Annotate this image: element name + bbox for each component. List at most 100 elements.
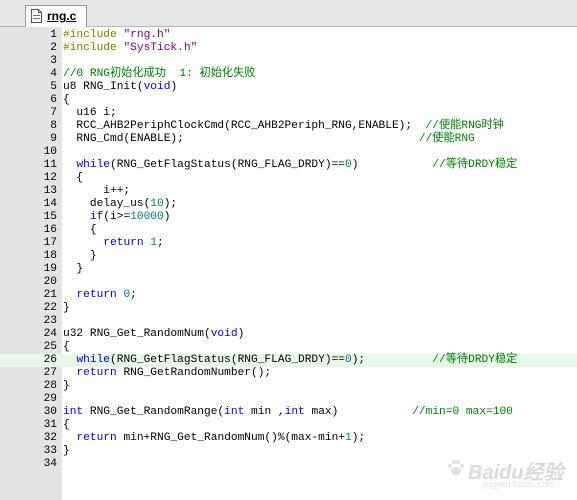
token-cmt: //min=0 max=100	[412, 406, 513, 418]
token-fn: RNG_Cmd(ENABLE);	[63, 133, 419, 145]
token-fn: )	[351, 159, 433, 171]
token-kw: while	[76, 354, 111, 366]
token-fn	[63, 159, 76, 171]
code-text: #include "rng.h"	[63, 29, 170, 42]
tab-rng-c[interactable]: rng.c	[25, 5, 87, 27]
token-fn	[63, 354, 76, 366]
code-text: {	[63, 94, 70, 107]
code-text: i++;	[63, 185, 130, 198]
code-line[interactable]: 20	[0, 276, 577, 289]
code-line[interactable]: 17 return 1;	[0, 237, 577, 250]
token-pp: #include	[63, 29, 124, 41]
code-line[interactable]: 15 if(i>=10000)	[0, 211, 577, 224]
line-number: 15	[43, 211, 57, 223]
code-line[interactable]: 11 while(RNG_GetFlagStatus(RNG_FLAG_DRDY…	[0, 159, 577, 172]
code-line[interactable]: 13 i++;	[0, 185, 577, 198]
code-line[interactable]: 21 return 0;	[0, 289, 577, 302]
code-line[interactable]: 29	[0, 393, 577, 406]
code-line[interactable]: 25 {	[0, 341, 577, 354]
code-line[interactable]: 1 #include "rng.h"	[0, 29, 577, 42]
code-text: {	[63, 341, 70, 354]
code-text: {	[63, 172, 83, 185]
code-line[interactable]: 28}	[0, 380, 577, 393]
line-number: 3	[50, 55, 57, 67]
code-line[interactable]: 3	[0, 55, 577, 68]
code-line[interactable]: 27 return RNG_GetRandomNumber();	[0, 367, 577, 380]
code-text: while(RNG_GetFlagStatus(RNG_FLAG_DRDY)==…	[63, 354, 517, 367]
code-line[interactable]: 6{	[0, 94, 577, 107]
token-fn: i++;	[63, 185, 131, 197]
token-fn: }	[63, 263, 84, 275]
code-text: int RNG_Get_RandomRange(int min ,int max…	[63, 406, 513, 419]
line-number: 4	[50, 68, 57, 80]
token-fn: )	[237, 328, 245, 340]
code-line[interactable]: 8 RCC_AHB2PeriphClockCmd(RCC_AHB2Periph_…	[0, 120, 577, 133]
token-fn: ;	[130, 289, 137, 301]
code-line[interactable]: 2 #include "SysTick.h"	[0, 42, 577, 55]
code-line[interactable]: 9 RNG_Cmd(ENABLE); //使能RNG	[0, 133, 577, 146]
code-text: RCC_AHB2PeriphClockCmd(RCC_AHB2Periph_RN…	[63, 120, 504, 133]
line-number: 28	[43, 380, 57, 392]
code-line[interactable]: 31 {	[0, 419, 577, 432]
token-num: 10	[150, 198, 164, 210]
token-fn: }	[63, 380, 70, 392]
token-fn: );	[163, 198, 178, 210]
code-text: RNG_Cmd(ENABLE); //使能RNG	[63, 133, 474, 146]
token-fn: }	[63, 302, 70, 314]
token-kw: int	[63, 406, 84, 418]
token-fn: RNG_Get_RandomRange(	[83, 406, 225, 418]
token-fn: {	[63, 224, 97, 236]
line-number: 18	[43, 250, 57, 262]
token-num: 0	[345, 159, 352, 171]
line-number: 27	[43, 367, 57, 379]
token-fn: {	[63, 341, 70, 353]
token-fn: RNG_GetRandomNumber();	[116, 367, 272, 379]
code-line[interactable]: 16 {	[0, 224, 577, 237]
token-fn: max)	[304, 406, 413, 418]
code-line[interactable]: 12 {	[0, 172, 577, 185]
token-fn	[63, 237, 103, 249]
code-text: #include "SysTick.h"	[63, 42, 197, 55]
token-cmt: //使能RNG时钟	[425, 120, 504, 132]
line-number: 16	[43, 224, 57, 236]
code-line[interactable]: 19 }	[0, 263, 577, 276]
editor-tab-bar: rng.c	[0, 0, 577, 27]
line-number: 7	[50, 107, 57, 119]
code-line[interactable]: 22}	[0, 302, 577, 315]
token-cmt: //等待DRDY稳定	[432, 159, 518, 171]
code-line[interactable]: 23	[0, 315, 577, 328]
code-line[interactable]: 4 //0 RNG初始化成功 1: 初始化失败	[0, 68, 577, 81]
code-line[interactable]: 7 u16 i;	[0, 107, 577, 120]
code-line[interactable]: 14 delay_us(10);	[0, 198, 577, 211]
token-fn: {	[63, 94, 70, 106]
token-fn: );	[351, 432, 366, 444]
line-number: 30	[43, 406, 57, 418]
code-text: {	[63, 224, 97, 237]
code-text: return 1;	[63, 237, 163, 250]
token-fn: delay_us(	[63, 198, 151, 210]
code-line[interactable]: 24 u32 RNG_Get_RandomNum(void)	[0, 328, 577, 341]
token-str: "rng.h"	[123, 29, 171, 41]
code-text: }	[63, 380, 70, 393]
code-line[interactable]: 32 return min+RNG_Get_RandomNum()%(max-m…	[0, 432, 577, 445]
paw-logo-icon	[448, 460, 464, 475]
token-fn: min ,	[244, 406, 285, 418]
token-kw: if	[89, 211, 104, 223]
line-number: 34	[43, 458, 57, 470]
line-number: 23	[43, 315, 57, 327]
token-fn: }	[63, 445, 70, 457]
code-line[interactable]: 5 u8 RNG_Init(void)	[0, 81, 577, 94]
line-number: 31	[43, 419, 57, 431]
token-num: 1	[345, 432, 352, 444]
line-number: 25	[43, 341, 57, 353]
code-line[interactable]: 26 while(RNG_GetFlagStatus(RNG_FLAG_DRDY…	[0, 354, 577, 367]
baidu-watermark: Baidu经验 jingyan.baidu.com	[446, 452, 564, 489]
token-fn	[63, 211, 90, 223]
token-kw: void	[210, 328, 238, 340]
code-line[interactable]: 30 int RNG_Get_RandomRange(int min ,int m…	[0, 406, 577, 419]
token-fn: (i>=	[103, 211, 131, 223]
code-line[interactable]: 10	[0, 146, 577, 159]
token-fn: RCC_AHB2PeriphClockCmd(RCC_AHB2Periph_RN…	[63, 120, 426, 132]
line-number: 19	[43, 263, 57, 275]
code-line[interactable]: 18 }	[0, 250, 577, 263]
